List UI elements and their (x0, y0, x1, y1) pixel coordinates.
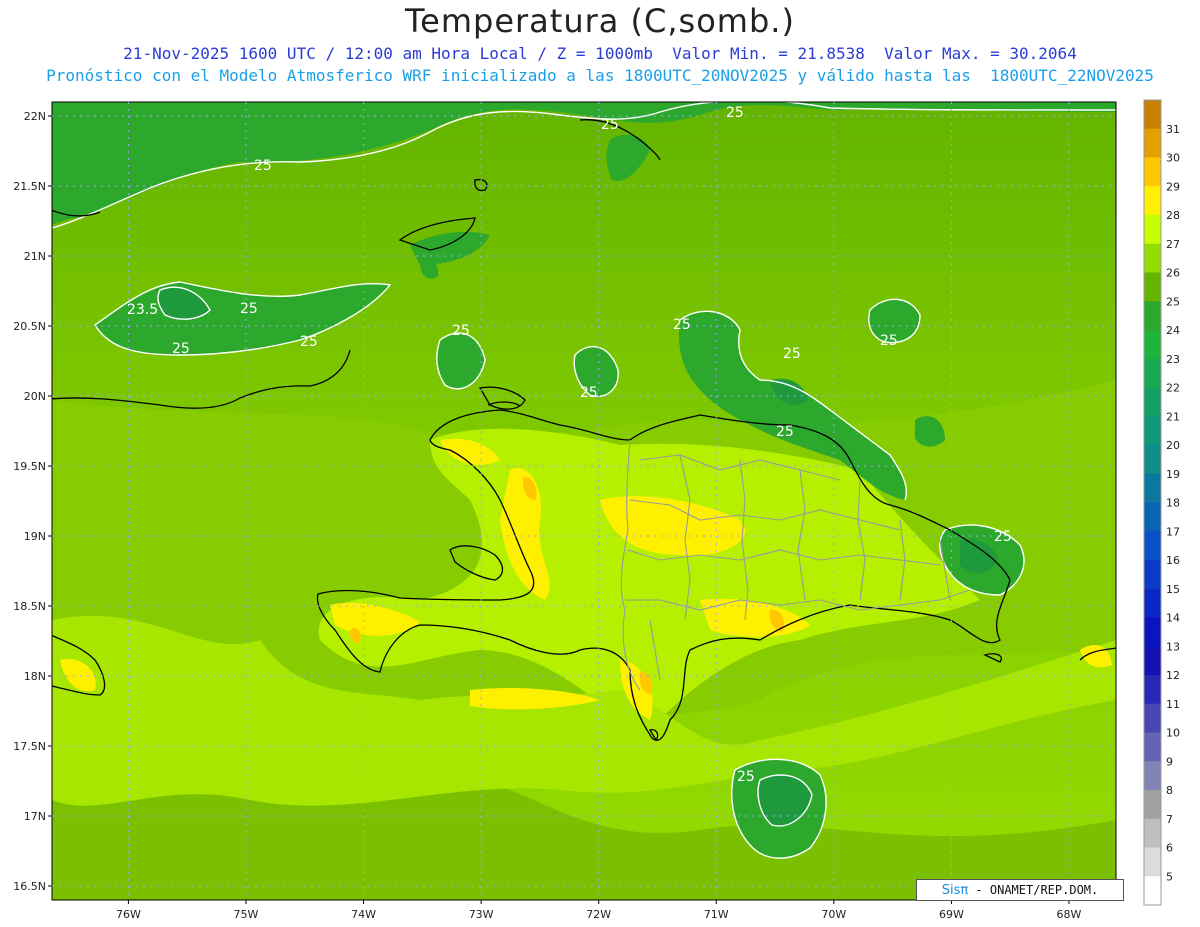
contour-label: 25 (994, 529, 1012, 545)
contour-label: 25 (726, 105, 744, 121)
legend-swatch (1144, 473, 1161, 503)
legend-label: 27 (1166, 238, 1180, 251)
lat-label: 20N (24, 390, 46, 403)
legend-swatch (1144, 358, 1161, 388)
legend-label: 22 (1166, 382, 1180, 395)
lon-label: 73W (469, 908, 494, 921)
legend-label: 6 (1166, 842, 1173, 855)
legend-swatch (1144, 157, 1161, 187)
legend-label: 5 (1166, 870, 1173, 883)
legend-swatch (1144, 675, 1161, 705)
legend-label: 31 (1166, 123, 1180, 136)
lat-label: 19.5N (13, 460, 46, 473)
color-legend: 31 30 29 28 27 26 25 24 23 22 21 20 19 18 17 16 15 14 13 12… (1143, 99, 1180, 906)
credit-text: - ONAMET/REP.DOM. (968, 883, 1099, 897)
lon-label: 70W (821, 908, 846, 921)
credit-box: Sisπ - ONAMET/REP.DOM. (916, 879, 1124, 901)
legend-label: 10 (1166, 727, 1180, 740)
legend-swatch (1144, 215, 1161, 245)
temperature-field (52, 102, 1116, 900)
legend-swatch (1144, 646, 1161, 676)
legend-swatch (1144, 761, 1161, 791)
contour-label: 25 (452, 323, 470, 339)
lon-label: 74W (351, 908, 376, 921)
lon-label: 72W (586, 908, 611, 921)
lat-label: 18.5N (13, 600, 46, 613)
lat-label: 19N (24, 530, 46, 543)
legend-label: 25 (1166, 295, 1180, 308)
legend-label: 30 (1166, 152, 1180, 165)
contour-label: 25 (172, 341, 190, 357)
contour-label: 25 (601, 117, 619, 133)
legend-label: 7 (1166, 813, 1173, 826)
legend-swatch (1144, 186, 1161, 216)
legend-swatch (1144, 243, 1161, 273)
contour-label: 25 (254, 158, 272, 174)
longitude-labels: 76W 75W 74W 73W 72W 71W 70W 69W 68W (116, 908, 1082, 921)
lon-label: 75W (234, 908, 259, 921)
lon-label: 76W (116, 908, 141, 921)
legend-label: 12 (1166, 669, 1180, 682)
sispi-logo: Sisπ (941, 883, 969, 898)
legend-label: 18 (1166, 497, 1180, 510)
legend-label: 29 (1166, 180, 1180, 193)
lon-label: 69W (939, 908, 964, 921)
lon-label: 68W (1057, 908, 1082, 921)
legend-label: 15 (1166, 583, 1180, 596)
legend-label: 16 (1166, 554, 1180, 567)
lat-label: 16.5N (13, 880, 46, 893)
legend-label: 14 (1166, 612, 1180, 625)
legend-label: 21 (1166, 410, 1180, 423)
legend-swatch (1144, 272, 1161, 302)
contour-label: 25 (673, 317, 691, 333)
legend-swatch (1144, 502, 1161, 532)
lat-label: 21N (24, 250, 46, 263)
legend-swatch (1144, 330, 1161, 360)
contour-label: 25 (783, 346, 801, 362)
legend-swatch (1144, 531, 1161, 561)
legend-label: 9 (1166, 755, 1173, 768)
contour-label: 23.5 (127, 302, 158, 318)
legend-swatch (1144, 703, 1161, 733)
legend-label: 17 (1166, 525, 1180, 538)
latitude-labels: 22N 21.5N 21N 20.5N 20N 19.5N 19N 18.5N 18N 17.5N… (13, 110, 46, 893)
legend-swatch (1144, 617, 1161, 647)
contour-label: 25 (880, 333, 898, 349)
legend-label: 23 (1166, 353, 1180, 366)
legend-label: 11 (1166, 698, 1180, 711)
legend-swatch (1144, 847, 1161, 877)
legend-swatch (1144, 876, 1161, 906)
legend-swatch (1144, 588, 1161, 618)
legend-label: 28 (1166, 209, 1180, 222)
legend-swatch (1144, 100, 1161, 130)
legend-label: 24 (1166, 324, 1180, 337)
legend-label: 26 (1166, 267, 1180, 280)
legend-swatch (1144, 790, 1161, 820)
legend-swatch (1144, 387, 1161, 417)
lon-label: 71W (704, 908, 729, 921)
lat-label: 21.5N (13, 180, 46, 193)
legend-swatch (1144, 445, 1161, 475)
lat-label: 17N (24, 810, 46, 823)
legend-swatch (1144, 301, 1161, 331)
legend-label: 13 (1166, 640, 1180, 653)
legend-swatch (1144, 732, 1161, 762)
contour-label: 25 (240, 301, 258, 317)
lat-label: 20.5N (13, 320, 46, 333)
contour-label: 25 (300, 334, 318, 350)
lat-label: 17.5N (13, 740, 46, 753)
legend-swatch (1144, 416, 1161, 446)
legend-swatch (1144, 818, 1161, 848)
lat-label: 18N (24, 670, 46, 683)
legend-swatch (1144, 560, 1161, 590)
legend-label: 20 (1166, 439, 1180, 452)
legend-label: 19 (1166, 468, 1180, 481)
legend-label: 8 (1166, 784, 1173, 797)
lat-label: 22N (24, 110, 46, 123)
temperature-map: 22N 21.5N 21N 20.5N 20N 19.5N 19N 18.5N 18N 17.5N… (13, 99, 1180, 921)
contour-label: 25 (737, 769, 755, 785)
contour-label: 25 (580, 385, 598, 401)
contour-label: 25 (776, 424, 794, 440)
legend-swatch (1144, 128, 1161, 158)
